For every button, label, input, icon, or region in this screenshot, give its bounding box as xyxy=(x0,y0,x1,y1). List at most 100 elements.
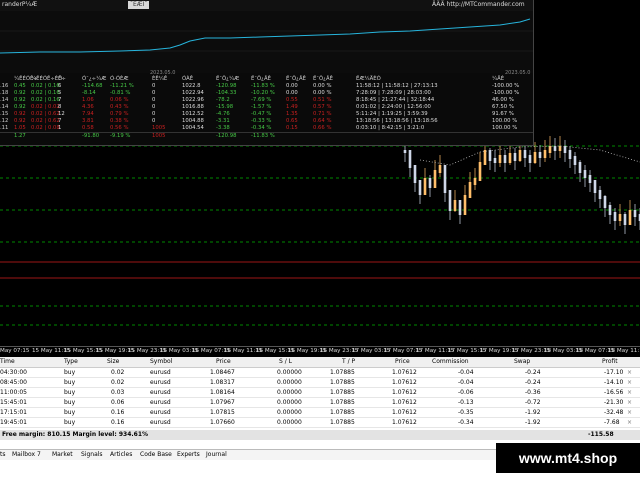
candle-body xyxy=(543,150,547,158)
candle-body xyxy=(583,170,587,178)
candle-body xyxy=(428,178,432,188)
stats-cell: -11.83 % xyxy=(251,83,275,89)
col-cur-price[interactable]: Price xyxy=(395,357,410,367)
close-order-icon[interactable]: × xyxy=(627,368,632,377)
trade-commission: -0.04 xyxy=(458,379,474,386)
col-commission[interactable]: Commission xyxy=(432,357,469,367)
stats-cell: 4.36 xyxy=(82,104,94,110)
stats-col-header[interactable]: Ê÷ xyxy=(58,76,66,83)
overlay-link[interactable]: ÄÄÄ http://MTCommander.com xyxy=(432,0,525,10)
tab-articles[interactable]: Articles xyxy=(110,450,132,460)
trade-sl: 0.00000 xyxy=(277,409,302,416)
trade-time: 19:45:01 xyxy=(0,419,27,426)
stats-cell: -78.2 xyxy=(216,97,230,103)
candle-body xyxy=(603,196,607,208)
stats-col-header[interactable]: Ó¯¿÷¼Æ xyxy=(82,76,106,83)
trade-row[interactable]: 08:45:00 buy 0.02 eurusd 1.08317 0.00000 1.078… xyxy=(0,378,640,388)
trade-type: buy xyxy=(64,379,76,386)
col-tp[interactable]: T / P xyxy=(342,357,355,367)
stats-cell: 0.79 % xyxy=(110,111,129,117)
tab-experts[interactable]: Experts xyxy=(177,450,200,460)
tab-signals[interactable]: Signals xyxy=(81,450,103,460)
stats-cell: 5:11:24 | 1:19:25 | 3:59:39 xyxy=(356,111,428,117)
trade-size: 0.03 xyxy=(111,389,125,396)
stats-header: ¼ÊÉÓÊ÷ ¼ÊÉÓÊ÷ÈÕ Ê÷ Ó¯¿÷¼Æ Ó·ÓÈÆ ÈÊ¼Ê ÓÀÊ Ë¯Ô¿¼Æ… xyxy=(0,76,533,83)
trade-swap: -0.36 xyxy=(525,389,541,396)
stats-total-cell: 1005 xyxy=(152,133,166,139)
close-order-icon[interactable]: × xyxy=(627,418,632,427)
trade-row[interactable]: 11:00:05 buy 0.03 eurusd 1.08164 0.00000 1.078… xyxy=(0,388,640,398)
trade-cur: 1.07612 xyxy=(392,369,417,376)
candle-body xyxy=(413,165,417,183)
stats-col-header[interactable]: ËÆ¼ÄÈÓ xyxy=(356,76,381,83)
stats-col-header[interactable]: Ë¯Ô¿ÂÊ xyxy=(286,76,306,83)
trade-profit: -14.10 xyxy=(604,379,624,386)
trade-tp: 1.07885 xyxy=(330,389,355,396)
trade-symbol: eurusd xyxy=(150,419,171,426)
stats-cell: 1012.52 xyxy=(182,111,204,117)
statistics-window[interactable]: randerP¼Æ ¯ÈÆÌ¯ ÄÄÄ http://MTCommander.c… xyxy=(0,0,534,146)
stats-cell: 0.92 xyxy=(14,111,26,117)
trade-sl: 0.00000 xyxy=(277,379,302,386)
stats-col-header[interactable]: Ë¯Ô¿ÂÊ xyxy=(313,76,333,83)
close-order-icon[interactable]: × xyxy=(627,408,632,417)
tab-code-base[interactable]: Code Base xyxy=(140,450,172,460)
trade-size: 0.16 xyxy=(111,409,125,416)
stats-col-header[interactable]: ÈÊ¼Ê xyxy=(152,76,167,83)
equity-curve-panel: 2023.05.0 2023.05.0 xyxy=(0,11,533,76)
tab-journal[interactable]: Journal xyxy=(206,450,227,460)
trade-row[interactable]: 15:45:01 buy 0.06 eurusd 1.07967 0.00000 1.078… xyxy=(0,398,640,408)
candle-body xyxy=(548,146,552,153)
col-type[interactable]: Type xyxy=(64,357,78,367)
stats-col-header[interactable]: Ó·ÓÈÆ xyxy=(110,76,129,83)
overlay-titlebar[interactable]: randerP¼Æ ¯ÈÆÌ¯ ÄÄÄ http://MTCommander.c… xyxy=(0,0,533,11)
trade-profit: -16.56 xyxy=(604,389,624,396)
stats-cell: 0.43 % xyxy=(110,104,129,110)
tab-market[interactable]: Market xyxy=(52,450,73,460)
trade-row[interactable]: 19:45:01 buy 0.16 eurusd 1.07660 0.00000 1.078… xyxy=(0,418,640,428)
col-symbol[interactable]: Symbol xyxy=(150,357,172,367)
stats-total-cell: -11.83 % xyxy=(251,133,275,139)
trade-row[interactable]: 17:15:01 buy 0.16 eurusd 1.07815 0.00000 1.078… xyxy=(0,408,640,418)
trade-sl: 0.00000 xyxy=(277,399,302,406)
stats-cell: -1.57 % xyxy=(251,104,272,110)
col-sl[interactable]: S / L xyxy=(279,357,292,367)
col-swap[interactable]: Swap xyxy=(514,357,530,367)
trade-size: 0.06 xyxy=(111,399,125,406)
col-time[interactable]: Time xyxy=(0,357,15,367)
overlay-tab[interactable]: ¯ÈÆÌ¯ xyxy=(128,1,150,9)
stats-col-header[interactable]: Ë¯Ô¿ÂÊ xyxy=(251,76,271,83)
candle-body xyxy=(453,200,457,211)
stats-col-header[interactable]: ÓÀÊ xyxy=(182,76,193,83)
stats-cell: 7.94 xyxy=(82,111,94,117)
stats-cell: 7 xyxy=(58,97,62,103)
close-order-icon[interactable]: × xyxy=(627,398,632,407)
col-profit[interactable]: Profit xyxy=(602,357,618,367)
stats-cell: 0.58 xyxy=(82,125,94,131)
stats-col-header[interactable]: ¼ÄÈ xyxy=(492,76,504,83)
stats-col-header[interactable]: Ë¯Ô¿¼Æ xyxy=(216,76,239,83)
tab-ts[interactable]: ts xyxy=(0,450,5,460)
col-price[interactable]: Price xyxy=(216,357,231,367)
trade-sl: 0.00000 xyxy=(277,389,302,396)
candle-body xyxy=(553,146,557,151)
trade-row[interactable]: 04:30:00 buy 0.02 eurusd 1.08467 0.00000 1.078… xyxy=(0,368,640,378)
stats-cell: 1004.88 xyxy=(182,118,204,124)
stats-cell: 0.02 | 0.16 xyxy=(31,83,60,89)
trade-commission: -0.13 xyxy=(458,399,474,406)
stats-row: .16 0.45 0.02 | 0.16 6 -114.68 -11.21 % 0 1022.… xyxy=(0,83,533,90)
stats-row-id: .18 xyxy=(0,90,9,96)
time-axis-label: 18 May 11:15 xyxy=(608,348,640,354)
stats-cell: 0.00 % xyxy=(313,90,332,96)
trade-price: 1.08467 xyxy=(210,369,235,376)
col-size[interactable]: Size xyxy=(107,357,119,367)
close-order-icon[interactable]: × xyxy=(627,378,632,387)
stats-cell: 1 xyxy=(58,125,62,131)
stats-cell: 0 xyxy=(152,111,156,117)
trade-price: 1.07967 xyxy=(210,399,235,406)
close-order-icon[interactable]: × xyxy=(627,388,632,397)
candle-body xyxy=(568,150,572,159)
stats-cell: 0.02 | 0.02 xyxy=(31,104,60,110)
candle-body xyxy=(478,162,482,181)
tab-mailbox[interactable]: Mailbox 7 xyxy=(12,450,41,460)
